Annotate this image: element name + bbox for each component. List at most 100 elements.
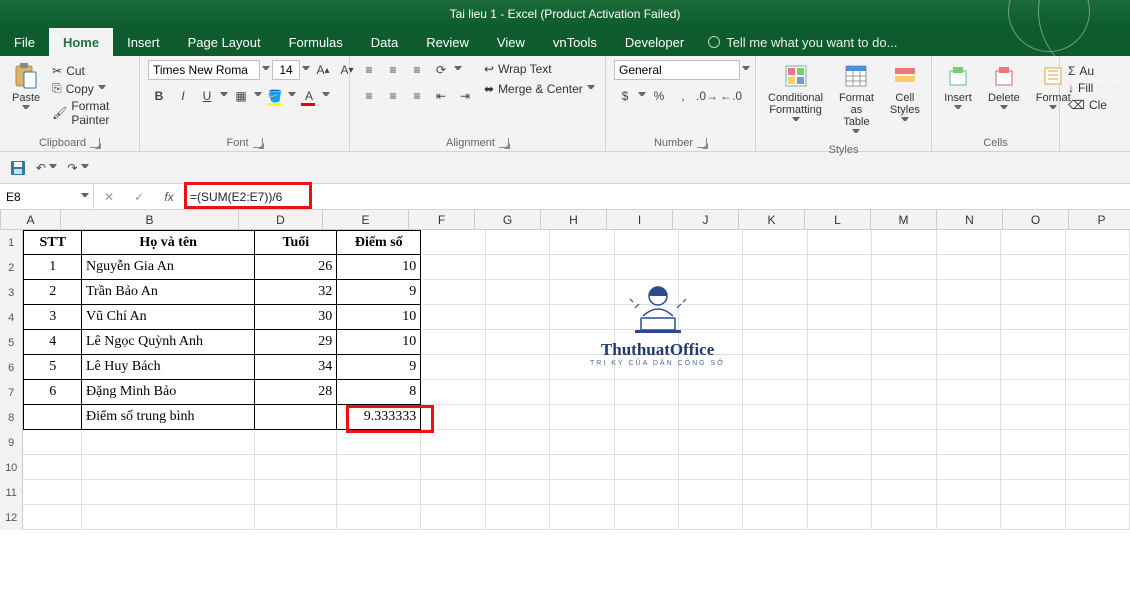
cell-stt[interactable]: 5: [23, 355, 82, 380]
cell[interactable]: [872, 330, 936, 355]
header-age[interactable]: Tuổi: [255, 230, 337, 255]
cell-score[interactable]: 9: [337, 280, 421, 305]
row-header[interactable]: 12: [0, 505, 23, 530]
tab-page-layout[interactable]: Page Layout: [174, 28, 275, 56]
cell[interactable]: [486, 455, 550, 480]
underline-button[interactable]: U: [196, 86, 218, 106]
tab-vntools[interactable]: vnTools: [539, 28, 611, 56]
cell[interactable]: [337, 455, 421, 480]
cell[interactable]: [615, 380, 679, 405]
cell[interactable]: [1066, 380, 1130, 405]
cell[interactable]: [1066, 305, 1130, 330]
cell[interactable]: [872, 455, 936, 480]
col-header-o[interactable]: O: [1003, 210, 1069, 229]
increase-indent-icon[interactable]: ⇥: [454, 86, 476, 106]
cell[interactable]: [255, 405, 337, 430]
cell[interactable]: [23, 455, 82, 480]
align-top-icon[interactable]: ≡: [358, 60, 380, 80]
font-name-select[interactable]: [148, 60, 260, 80]
cell[interactable]: [1066, 255, 1130, 280]
cell[interactable]: [808, 330, 872, 355]
cell[interactable]: [872, 255, 936, 280]
cell[interactable]: [421, 255, 485, 280]
cell-age[interactable]: 28: [255, 380, 337, 405]
cell[interactable]: [743, 230, 807, 255]
name-box[interactable]: [0, 184, 94, 209]
cell[interactable]: [421, 230, 485, 255]
comma-format-icon[interactable]: ,: [672, 86, 694, 106]
cell[interactable]: [550, 255, 614, 280]
cell[interactable]: [421, 480, 485, 505]
cell[interactable]: [872, 405, 936, 430]
cell[interactable]: [255, 480, 337, 505]
cell-stt[interactable]: 4: [23, 330, 82, 355]
paste-button[interactable]: Paste: [8, 60, 44, 118]
cell[interactable]: [1066, 455, 1130, 480]
cell[interactable]: [82, 430, 255, 455]
cell[interactable]: [1001, 505, 1065, 530]
col-header-b[interactable]: B: [61, 210, 239, 229]
cell[interactable]: [743, 480, 807, 505]
col-header-k[interactable]: K: [739, 210, 805, 229]
cell[interactable]: [486, 330, 550, 355]
cell[interactable]: [486, 380, 550, 405]
cell-styles-button[interactable]: Cell Styles: [886, 60, 924, 130]
cell[interactable]: [937, 480, 1001, 505]
increase-font-icon[interactable]: A▴: [312, 60, 334, 80]
cell[interactable]: [421, 305, 485, 330]
col-header-g[interactable]: G: [475, 210, 541, 229]
col-header-i[interactable]: I: [607, 210, 673, 229]
cell[interactable]: [486, 430, 550, 455]
cell-stt[interactable]: 6: [23, 380, 82, 405]
format-painter-button[interactable]: 🖌Format Painter: [52, 99, 131, 127]
cell-name[interactable]: Lê Ngọc Quỳnh Anh: [82, 330, 255, 355]
cell[interactable]: [679, 480, 743, 505]
cell-score[interactable]: 10: [337, 255, 421, 280]
col-header-a[interactable]: A: [1, 210, 61, 229]
cell[interactable]: [615, 255, 679, 280]
cell-avg-value[interactable]: 9.333333: [337, 405, 421, 430]
cell[interactable]: [82, 455, 255, 480]
accounting-format-icon[interactable]: $: [614, 86, 636, 106]
cell[interactable]: [808, 505, 872, 530]
percent-format-icon[interactable]: %: [648, 86, 670, 106]
cell[interactable]: [255, 455, 337, 480]
cell[interactable]: [808, 405, 872, 430]
orientation-icon[interactable]: ⟳: [430, 60, 452, 80]
cell[interactable]: [679, 255, 743, 280]
cell[interactable]: [743, 305, 807, 330]
cell[interactable]: [337, 480, 421, 505]
cell[interactable]: [937, 380, 1001, 405]
cell[interactable]: [615, 430, 679, 455]
cell[interactable]: [743, 405, 807, 430]
worksheet[interactable]: ABDEFGHIJKLMNOP 1STTHọ và tênTuổiĐiểm số…: [0, 210, 1130, 530]
increase-decimal-icon[interactable]: .0→: [696, 86, 718, 106]
cell[interactable]: [937, 255, 1001, 280]
header-score[interactable]: Điểm số: [337, 230, 421, 255]
cell[interactable]: [337, 430, 421, 455]
cell[interactable]: [1001, 280, 1065, 305]
fx-icon[interactable]: fx: [154, 190, 184, 204]
cell[interactable]: [421, 355, 485, 380]
number-format-select[interactable]: [614, 60, 740, 80]
cell[interactable]: [1066, 405, 1130, 430]
cell[interactable]: [82, 505, 255, 530]
cell[interactable]: [743, 380, 807, 405]
cell[interactable]: [743, 355, 807, 380]
font-size-select[interactable]: [272, 60, 300, 80]
row-header[interactable]: 6: [0, 355, 23, 380]
row-header[interactable]: 10: [0, 455, 23, 480]
cell[interactable]: [23, 480, 82, 505]
cell[interactable]: [486, 480, 550, 505]
col-header-p[interactable]: P: [1069, 210, 1130, 229]
cell[interactable]: [1001, 355, 1065, 380]
cell[interactable]: [937, 305, 1001, 330]
cell[interactable]: [82, 480, 255, 505]
redo-icon[interactable]: ↷: [67, 161, 88, 175]
cell[interactable]: [486, 355, 550, 380]
cell[interactable]: [872, 380, 936, 405]
cell[interactable]: [872, 280, 936, 305]
cell[interactable]: [615, 505, 679, 530]
cell[interactable]: [743, 430, 807, 455]
cell[interactable]: [808, 280, 872, 305]
